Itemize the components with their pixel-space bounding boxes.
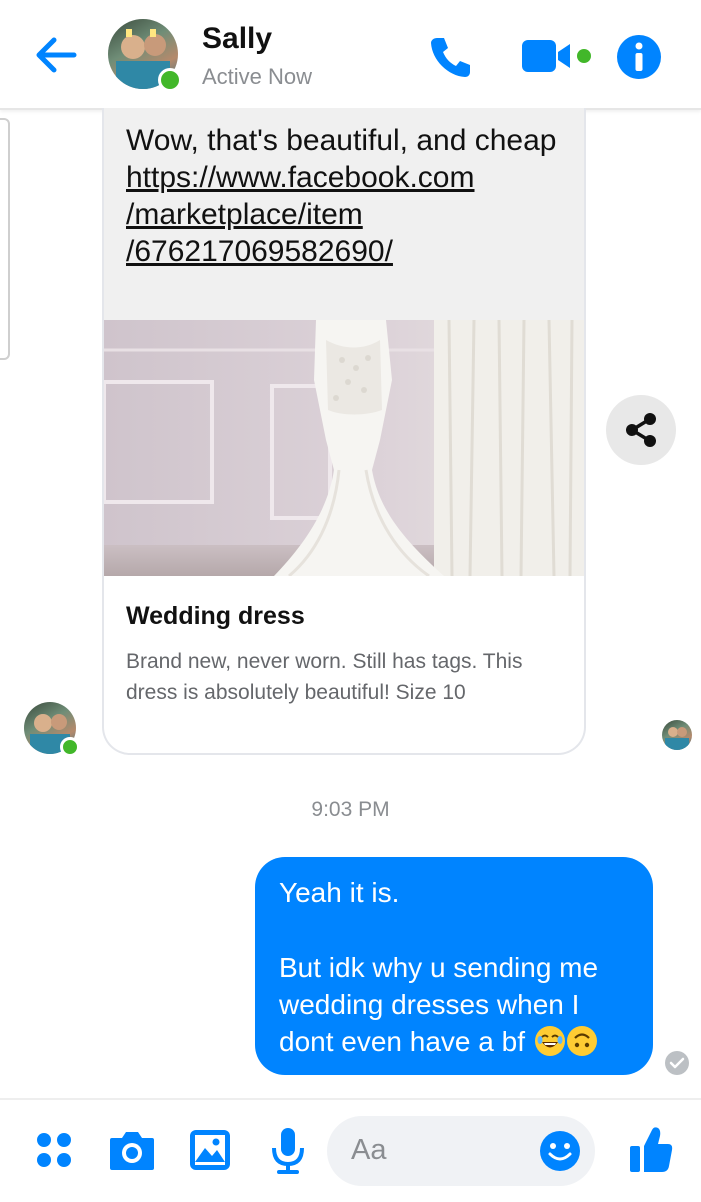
emoji-icon[interactable] [539, 1130, 581, 1172]
sent-line-3: But idk why u sending me [279, 952, 599, 983]
message-composer: Aa [0, 1098, 701, 1202]
marketplace-link[interactable]: https://www.facebook.com /marketplace/it… [126, 159, 566, 270]
camera-icon[interactable] [108, 1128, 156, 1172]
sent-line-1: Yeah it is. [279, 877, 400, 908]
received-message-card[interactable]: Wow, that's beautiful, and cheap https:/… [102, 108, 586, 755]
microphone-icon[interactable] [270, 1126, 306, 1176]
input-placeholder: Aa [351, 1134, 387, 1166]
thumbs-up-icon[interactable] [628, 1124, 674, 1174]
previous-card-edge [0, 118, 10, 360]
share-icon [626, 413, 656, 447]
sender-online-indicator [60, 737, 80, 757]
message-text-area: Wow, that's beautiful, and cheap https:/… [104, 108, 584, 320]
share-button[interactable] [606, 395, 676, 465]
gallery-icon[interactable] [188, 1128, 232, 1172]
listing-title: Wedding dress [126, 602, 305, 630]
read-receipt-avatar [662, 720, 692, 750]
phone-icon[interactable] [428, 34, 474, 80]
listing-description: Brand new, never worn. Still has tags. T… [126, 650, 523, 704]
message-input[interactable]: Aa [327, 1116, 595, 1186]
back-arrow-icon[interactable] [30, 30, 80, 80]
link-line-2: /marketplace/item [126, 198, 363, 231]
online-indicator [158, 68, 182, 92]
info-icon[interactable] [616, 34, 662, 80]
contact-name[interactable]: Sally [202, 22, 272, 56]
sent-line-5: dont even have a bf [279, 1026, 525, 1057]
conversation-header: Sally Active Now [0, 0, 701, 110]
sent-message-bubble[interactable]: Yeah it is. But idk why u sending me wed… [255, 857, 653, 1075]
sent-line-4: wedding dresses when I [279, 989, 580, 1020]
laughing-emoji-icon [534, 1026, 565, 1056]
apps-icon[interactable] [34, 1130, 74, 1170]
wedding-dress-image[interactable] [104, 320, 584, 576]
delivered-check-icon [665, 1051, 689, 1075]
video-camera-icon[interactable] [520, 38, 596, 74]
active-status: Active Now [202, 64, 313, 89]
upside-down-face-emoji-icon [566, 1026, 597, 1056]
link-line-3: /676217069582690/ [126, 235, 393, 268]
message-text: Wow, that's beautiful, and cheap [126, 124, 557, 157]
link-line-1: https://www.facebook.com [126, 161, 475, 194]
message-timestamp: 9:03 PM [311, 798, 390, 821]
